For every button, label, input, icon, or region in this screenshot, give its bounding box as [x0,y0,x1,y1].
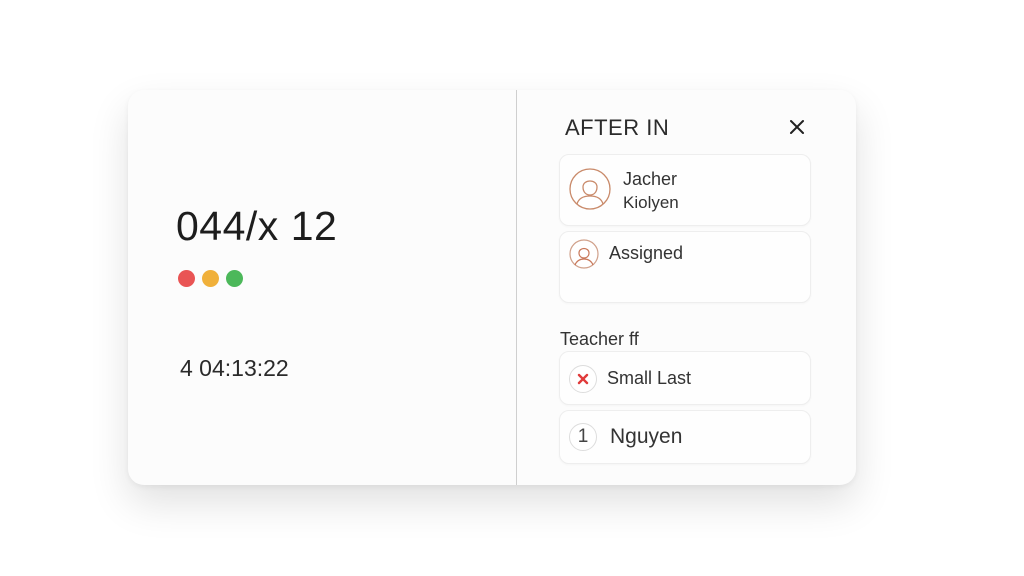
user-avatar-icon [569,239,599,274]
status-dot-yellow [202,270,219,287]
remove-x-icon[interactable] [569,365,597,393]
teacher-card[interactable]: Jacher Kiolyen [559,154,811,226]
assigned-label: Assigned [609,243,684,263]
timer-readout: 4 04:13:22 [180,355,289,381]
main-card: 044/x 12 4 04:13:22 AFTER IN Jacher Kiol… [128,90,856,485]
user-avatar-icon [569,168,611,215]
list-item[interactable]: 1 Nguyen [559,410,811,464]
close-icon[interactable] [784,114,810,140]
list-item-label: Small Last [607,368,692,388]
section-label: Teacher ff [560,329,639,349]
assigned-card[interactable]: Assigned [559,231,811,303]
teacher-subname: Kiolyen [623,193,679,212]
status-dots [178,270,243,287]
status-dot-green [226,270,243,287]
session-code: 044/x 12 [176,203,338,249]
status-dot-red [178,270,195,287]
pane-divider [516,90,517,485]
list-item-label: Nguyen [610,425,683,448]
list-item[interactable]: Small Last [559,351,811,405]
panel-title: AFTER IN [565,115,670,140]
number-badge: 1 [569,423,597,451]
teacher-name: Jacher [623,169,678,189]
